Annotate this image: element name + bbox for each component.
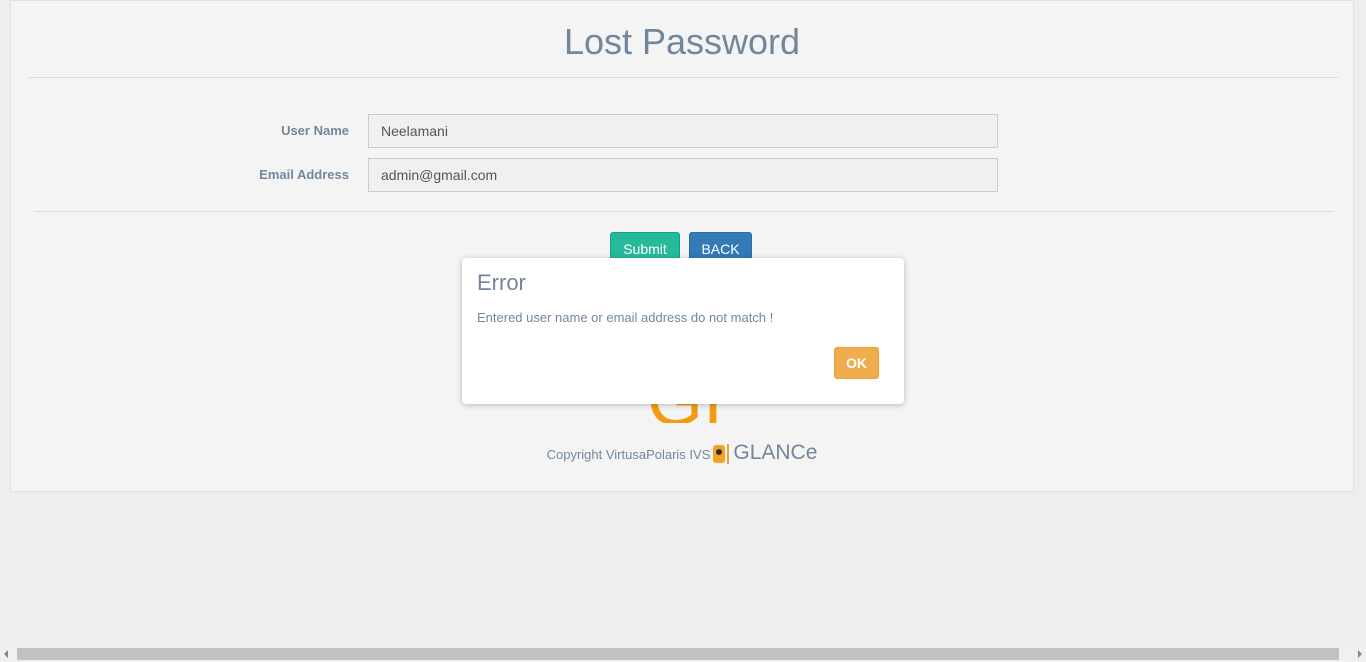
scroll-left-icon[interactable] bbox=[4, 650, 8, 658]
ok-button[interactable]: OK bbox=[834, 347, 879, 379]
copyright-footer: Copyright VirtusaPolaris IVS GLANCe bbox=[11, 441, 1353, 465]
copyright-text: Copyright VirtusaPolaris IVS bbox=[546, 447, 711, 462]
logo-divider bbox=[727, 444, 730, 464]
lost-password-panel: Lost Password User Name Email Address Su… bbox=[10, 0, 1354, 492]
title-divider bbox=[28, 77, 1338, 78]
horizontal-scrollbar[interactable] bbox=[0, 646, 1366, 662]
username-field[interactable] bbox=[368, 114, 998, 148]
scrollbar-thumb[interactable] bbox=[17, 648, 1339, 660]
form-divider bbox=[34, 211, 1334, 212]
error-dialog: Error Entered user name or email address… bbox=[462, 258, 904, 404]
dialog-title: Error bbox=[477, 270, 526, 295]
scroll-right-icon[interactable] bbox=[1358, 650, 1362, 658]
email-field[interactable] bbox=[368, 158, 998, 192]
email-label: Email Address bbox=[259, 167, 349, 182]
page-title: Lost Password bbox=[563, 21, 801, 62]
brand-name: GLANCe bbox=[733, 441, 818, 464]
username-label: User Name bbox=[281, 123, 349, 138]
glance-icon bbox=[713, 445, 726, 463]
dialog-message: Entered user name or email address do no… bbox=[477, 310, 774, 325]
